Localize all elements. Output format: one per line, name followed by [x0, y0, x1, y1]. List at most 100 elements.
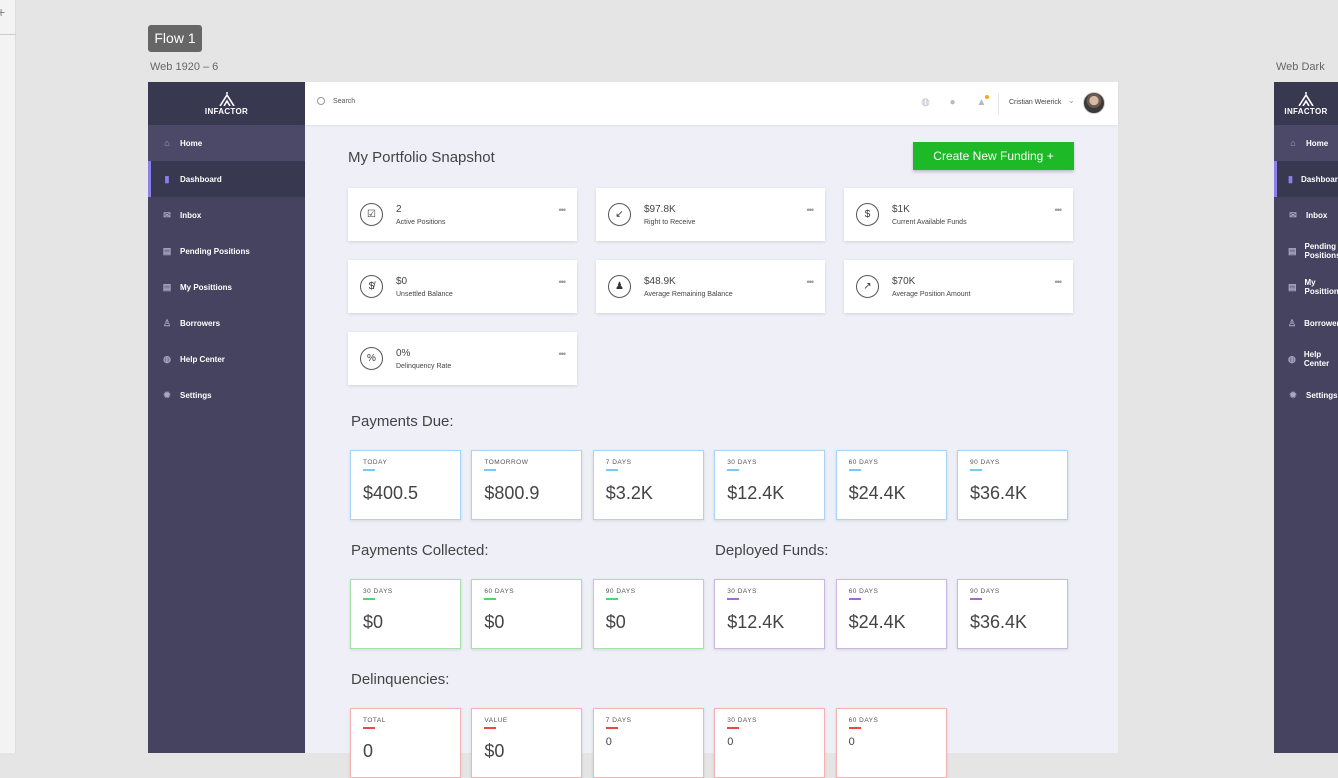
globe-icon[interactable]: ◍: [920, 97, 931, 108]
metric-label: 90 DAYS: [970, 459, 1000, 466]
metric-label: 30 DAYS: [363, 588, 393, 595]
metric-label: 60 DAYS: [848, 588, 879, 595]
stat-label: Delinquency Rate: [396, 363, 452, 370]
logo-text: INFACTOR: [204, 106, 249, 116]
stat-card: ↙ $97.8K Right to Receive •••: [596, 188, 825, 241]
globe-icon: ◍: [1288, 353, 1296, 364]
sidebar-item-my-posittions[interactable]: ▤ My Posittions: [1274, 269, 1338, 305]
stat-label: Average Position Amount: [892, 291, 971, 298]
user-icon: ♙: [162, 317, 172, 328]
sidebar-item-my-posittions[interactable]: ▤ My Posittions: [148, 269, 305, 305]
gear-icon: ✹: [1289, 389, 1297, 400]
metric-label: TODAY: [363, 459, 388, 466]
more-options-icon[interactable]: •••: [559, 277, 567, 287]
metric-value: $0: [363, 612, 384, 632]
more-options-icon[interactable]: •••: [1055, 277, 1063, 287]
artboard-label-dark[interactable]: Web Dark: [1276, 61, 1325, 73]
metric-label: 30 DAYS: [727, 459, 757, 466]
metric-underline: [484, 727, 497, 729]
artboard-label[interactable]: Web 1920 – 6: [150, 61, 218, 73]
sidebar-item-label: Borrowers: [180, 318, 221, 328]
stat-card: % 0% Delinquency Rate •••: [348, 332, 577, 385]
metric-value: $0: [605, 612, 626, 632]
more-options-icon[interactable]: •••: [807, 277, 815, 287]
stat-card: ♟ $48.9K Average Remaining Balance •••: [596, 260, 825, 313]
avatar[interactable]: [1083, 92, 1105, 114]
page-title: My Portfolio Snapshot: [348, 149, 495, 166]
metric-box: 60 DAYS $24.4K: [835, 579, 947, 649]
no-dollar-icon: $̸: [360, 275, 383, 298]
stat-value: $70K: [892, 276, 916, 287]
metric-label: 60 DAYS: [848, 717, 879, 724]
sidebar-item-borrowers[interactable]: ♙ Borrowers: [1274, 305, 1338, 341]
sidebar-item-borrowers[interactable]: ♙ Borrowers: [148, 305, 305, 341]
metric-value: $12.4K: [727, 612, 785, 632]
more-options-icon[interactable]: •••: [559, 205, 567, 215]
metric-value: 0: [848, 736, 855, 748]
sidebar-item-home[interactable]: ⌂ Home: [1274, 125, 1338, 161]
percent-icon: %: [360, 347, 383, 370]
more-options-icon[interactable]: •••: [1055, 205, 1063, 215]
notification-dot: [985, 95, 989, 99]
metric-box: TOMORROW $800.9: [471, 450, 583, 520]
metric-label: 90 DAYS: [970, 588, 1000, 595]
sidebar-item-inbox[interactable]: ✉ Inbox: [1274, 197, 1338, 233]
metric-underline: [484, 598, 497, 600]
sidebar-item-dashboard[interactable]: ▮ Dashboard: [1274, 161, 1338, 197]
sidebar-dark: INFACTOR ⌂ Home ▮ Dashboard ✉ Inbox ▤ Pending Po…: [1274, 82, 1338, 753]
sidebar-item-settings[interactable]: ✹ Settings: [148, 377, 305, 413]
metric-underline: [363, 469, 375, 471]
flow-badge[interactable]: Flow 1: [148, 25, 202, 52]
metric-label: 60 DAYS: [848, 459, 879, 466]
chat-icon[interactable]: ●: [947, 97, 958, 108]
chevron-down-icon[interactable]: ⌄: [1068, 96, 1075, 105]
trend-up-icon: ↗: [856, 275, 879, 298]
home-icon: ⌂: [1290, 138, 1296, 148]
sidebar-item-label: Borrowers: [1304, 318, 1338, 328]
search-input[interactable]: Search: [317, 97, 355, 105]
sidebar-item-label: My Posittions: [1304, 278, 1338, 296]
sidebar-item-dashboard[interactable]: ▮ Dashboard: [148, 161, 305, 197]
arrow-down-left-icon: ↙: [608, 203, 631, 226]
stat-label: Current Available Funds: [892, 219, 967, 226]
metric-label: 60 DAYS: [484, 588, 515, 595]
sidebar-item-settings[interactable]: ✹ Settings: [1274, 377, 1338, 413]
metric-underline: [727, 598, 740, 600]
metric-underline: [848, 598, 861, 600]
more-options-icon[interactable]: •••: [559, 349, 567, 359]
metric-box: 60 DAYS $24.4K: [835, 450, 947, 520]
metric-value: $36.4K: [970, 483, 1028, 503]
metric-box: 60 DAYS 0: [835, 708, 947, 778]
metric-underline: [363, 727, 375, 729]
user-name[interactable]: Cristian Weierick: [1009, 99, 1061, 106]
sidebar-item-label: Settings: [1306, 390, 1338, 400]
metric-label: 30 DAYS: [727, 717, 757, 724]
sidebar-item-inbox[interactable]: ✉ Inbox: [148, 197, 305, 233]
stat-value: 2: [396, 204, 402, 215]
metric-box: 90 DAYS $36.4K: [957, 450, 1068, 520]
sidebar-item-pending-positions[interactable]: ▤ Pending Positions: [148, 233, 305, 269]
metric-value: $800.9: [484, 483, 540, 503]
search-placeholder: Search: [333, 97, 356, 105]
more-options-icon[interactable]: •••: [807, 205, 815, 215]
sidebar-item-home[interactable]: ⌂ Home: [148, 125, 305, 161]
sidebar-item-label: Settings: [180, 390, 212, 400]
stat-value: 0%: [396, 348, 411, 359]
stat-label: Active Positions: [396, 219, 446, 226]
sidebar-item-help-center[interactable]: ◍ Help Center: [148, 341, 305, 377]
sidebar-item-pending-positions[interactable]: ▤ Pending Positions: [1274, 233, 1338, 269]
metric-box: 30 DAYS $12.4K: [714, 579, 826, 649]
stat-value: $97.8K: [644, 204, 676, 215]
metric-value: $24.4K: [848, 612, 906, 632]
plus-icon[interactable]: +: [0, 4, 5, 20]
metric-value: $400.5: [363, 483, 419, 503]
stat-value: $48.9K: [644, 276, 676, 287]
document-icon: ▤: [162, 245, 172, 256]
metric-value: 0: [727, 736, 734, 748]
home-icon: ⌂: [164, 138, 170, 148]
create-new-funding-button[interactable]: Create New Funding +: [913, 142, 1074, 170]
canvas-left-panel: +: [0, 0, 16, 753]
sidebar-item-help-center[interactable]: ◍ Help Center: [1274, 341, 1338, 377]
sidebar-item-label: Inbox: [1306, 210, 1328, 220]
sidebar-item-label: Pending Positions: [1304, 242, 1338, 260]
